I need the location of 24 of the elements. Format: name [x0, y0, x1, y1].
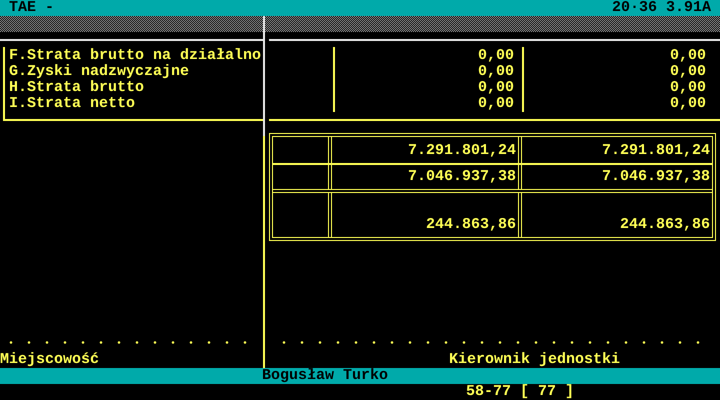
amount-cell: 0,00	[478, 96, 514, 112]
total-amount: 7.291.801,24	[602, 143, 710, 159]
total-amount: 244.863,86	[620, 217, 710, 233]
row-label: G.Zyski nadzwyczajne	[9, 64, 190, 80]
amount-cell: 0,00	[478, 80, 514, 96]
total-amount: 7.046.937,38	[408, 169, 516, 185]
row-label: H.Strata brutto	[9, 80, 146, 96]
manager-label: Kierownik jednostki	[449, 352, 620, 368]
amount-cell: 0,00	[670, 96, 706, 112]
amount-cell: 0,00	[670, 48, 706, 64]
place-label: Miejscowość	[0, 352, 100, 368]
row-label: I.Strata netto	[9, 96, 136, 112]
record-position: 58-77 [ 77 ]	[466, 384, 574, 400]
amount-cell: 0,00	[670, 80, 706, 96]
amount-cell: 0,00	[670, 64, 706, 80]
app-title: TAE -	[9, 0, 54, 16]
amount-cell: 0,00	[478, 64, 514, 80]
total-amount: 7.291.801,24	[408, 143, 516, 159]
total-amount: 7.046.937,38	[602, 169, 710, 185]
amount-cell: 0,00	[478, 48, 514, 64]
row-label: F.Strata brutto na działalno	[9, 48, 262, 64]
clock-status: 20·36 3.91A	[612, 0, 711, 16]
total-amount: 244.863,86	[426, 217, 516, 233]
user-name: Bogusław Turko	[262, 368, 388, 384]
